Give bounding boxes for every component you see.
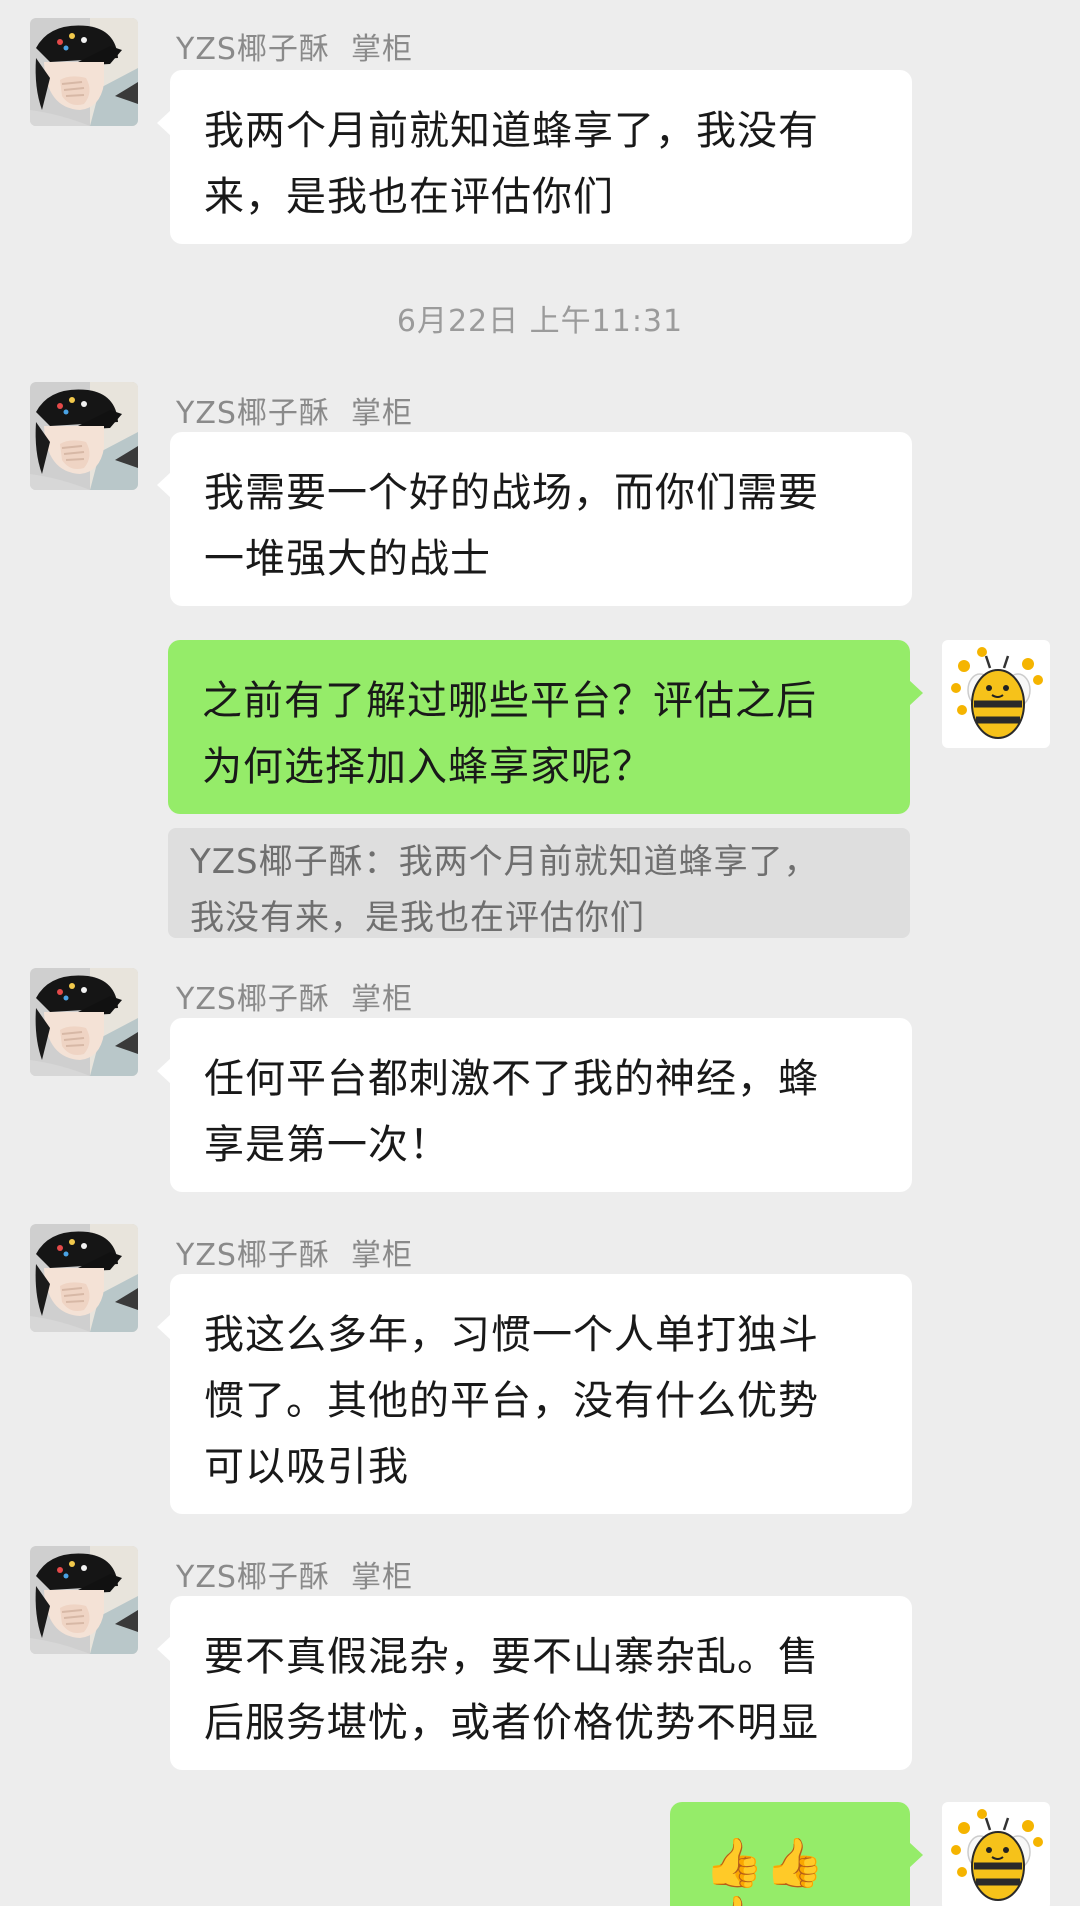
sender-name-line: YZS椰子酥 掌柜 bbox=[176, 1230, 413, 1274]
message-bubble[interactable]: 我这么多年，习惯一个人单打独斗 惯了。其他的平台，没有什么优势 可以吸引我 bbox=[157, 1274, 912, 1514]
message-bubble[interactable]: 任何平台都刺激不了我的神经，蜂 享是第一次！ bbox=[157, 1018, 912, 1192]
user-photo-avatar-icon bbox=[30, 382, 138, 490]
quote-text: 我没有来，是我也在评估你们 bbox=[190, 898, 645, 938]
message-bubble[interactable]: 我需要一个好的战场，而你们需要 一堆强大的战士 bbox=[157, 432, 912, 606]
sender-name-line: YZS椰子酥 掌柜 bbox=[176, 388, 413, 432]
sender-role: 掌柜 bbox=[351, 982, 413, 1017]
sender-name: YZS椰子酥 bbox=[176, 32, 330, 67]
message-bubble[interactable]: 我两个月前就知道蜂享了，我没有 来，是我也在评估你们 bbox=[157, 70, 912, 244]
message-text: 享是第一次！ bbox=[204, 1122, 450, 1168]
sender-name: YZS椰子酥 bbox=[176, 982, 330, 1017]
sender-avatar[interactable] bbox=[30, 1224, 138, 1332]
sender-name-line: YZS椰子酥 掌柜 bbox=[176, 974, 413, 1018]
sender-role: 掌柜 bbox=[351, 1238, 413, 1273]
user-photo-avatar-icon bbox=[30, 968, 138, 1076]
sender-avatar[interactable] bbox=[30, 18, 138, 126]
sender-name: YZS椰子酥 bbox=[176, 396, 330, 431]
outgoing-message-bubble[interactable]: 之前有了解过哪些平台？评估之后 为何选择加入蜂享家呢？ bbox=[168, 640, 923, 814]
sender-name-line: YZS椰子酥 掌柜 bbox=[176, 1552, 413, 1596]
chat-timestamp: 6月22日 上午11:31 bbox=[396, 304, 684, 339]
message-text: 我需要一个好的战场，而你们需要 bbox=[204, 470, 819, 516]
message-text: 要不真假混杂，要不山寨杂乱。售 bbox=[204, 1634, 819, 1680]
quote-text: YZS椰子酥：我两个月前就知道蜂享了， bbox=[190, 842, 819, 882]
sender-avatar[interactable] bbox=[30, 1546, 138, 1654]
message-text: 我两个月前就知道蜂享了，我没有 bbox=[204, 108, 819, 154]
message-text: 来，是我也在评估你们 bbox=[204, 174, 614, 220]
self-avatar[interactable] bbox=[942, 1802, 1050, 1906]
message-text: 可以吸引我 bbox=[204, 1444, 409, 1490]
self-avatar[interactable] bbox=[942, 640, 1050, 748]
user-photo-avatar-icon bbox=[30, 1224, 138, 1332]
message-text: 一堆强大的战士 bbox=[204, 536, 491, 582]
bee-avatar-icon bbox=[942, 1802, 1050, 1906]
sender-role: 掌柜 bbox=[351, 1560, 413, 1595]
message-text: 为何选择加入蜂享家呢？ bbox=[202, 744, 653, 790]
message-bubble[interactable]: 要不真假混杂，要不山寨杂乱。售 后服务堪忧，或者价格优势不明显 bbox=[157, 1596, 912, 1770]
sender-avatar[interactable] bbox=[30, 382, 138, 490]
sender-avatar[interactable] bbox=[30, 968, 138, 1076]
message-text: 我这么多年，习惯一个人单打独斗 bbox=[204, 1312, 819, 1358]
message-text: 任何平台都刺激不了我的神经，蜂 bbox=[204, 1056, 819, 1102]
thumbs-up-icon: 👍👍👍 bbox=[704, 1830, 886, 1906]
emoji-text: 👍👍👍 bbox=[704, 1835, 826, 1906]
message-text: 之前有了解过哪些平台？评估之后 bbox=[202, 678, 817, 724]
outgoing-message-bubble[interactable]: 👍👍👍 bbox=[670, 1802, 923, 1906]
sender-name-line: YZS椰子酥 掌柜 bbox=[176, 24, 413, 68]
sender-role: 掌柜 bbox=[351, 396, 413, 431]
sender-name: YZS椰子酥 bbox=[176, 1238, 330, 1273]
bee-avatar-icon bbox=[942, 640, 1050, 748]
user-photo-avatar-icon bbox=[30, 1546, 138, 1654]
message-text: 后服务堪忧，或者价格优势不明显 bbox=[204, 1700, 819, 1746]
user-photo-avatar-icon bbox=[30, 18, 138, 126]
chat-view: YZS椰子酥 掌柜 我两个月前就知道蜂享了，我没有 来，是我也在评估你们 6月2… bbox=[0, 0, 1080, 1906]
sender-role: 掌柜 bbox=[351, 32, 413, 67]
message-text: 惯了。其他的平台，没有什么优势 bbox=[204, 1378, 819, 1424]
quoted-message[interactable]: YZS椰子酥：我两个月前就知道蜂享了， 我没有来，是我也在评估你们 bbox=[168, 828, 910, 938]
sender-name: YZS椰子酥 bbox=[176, 1560, 330, 1595]
